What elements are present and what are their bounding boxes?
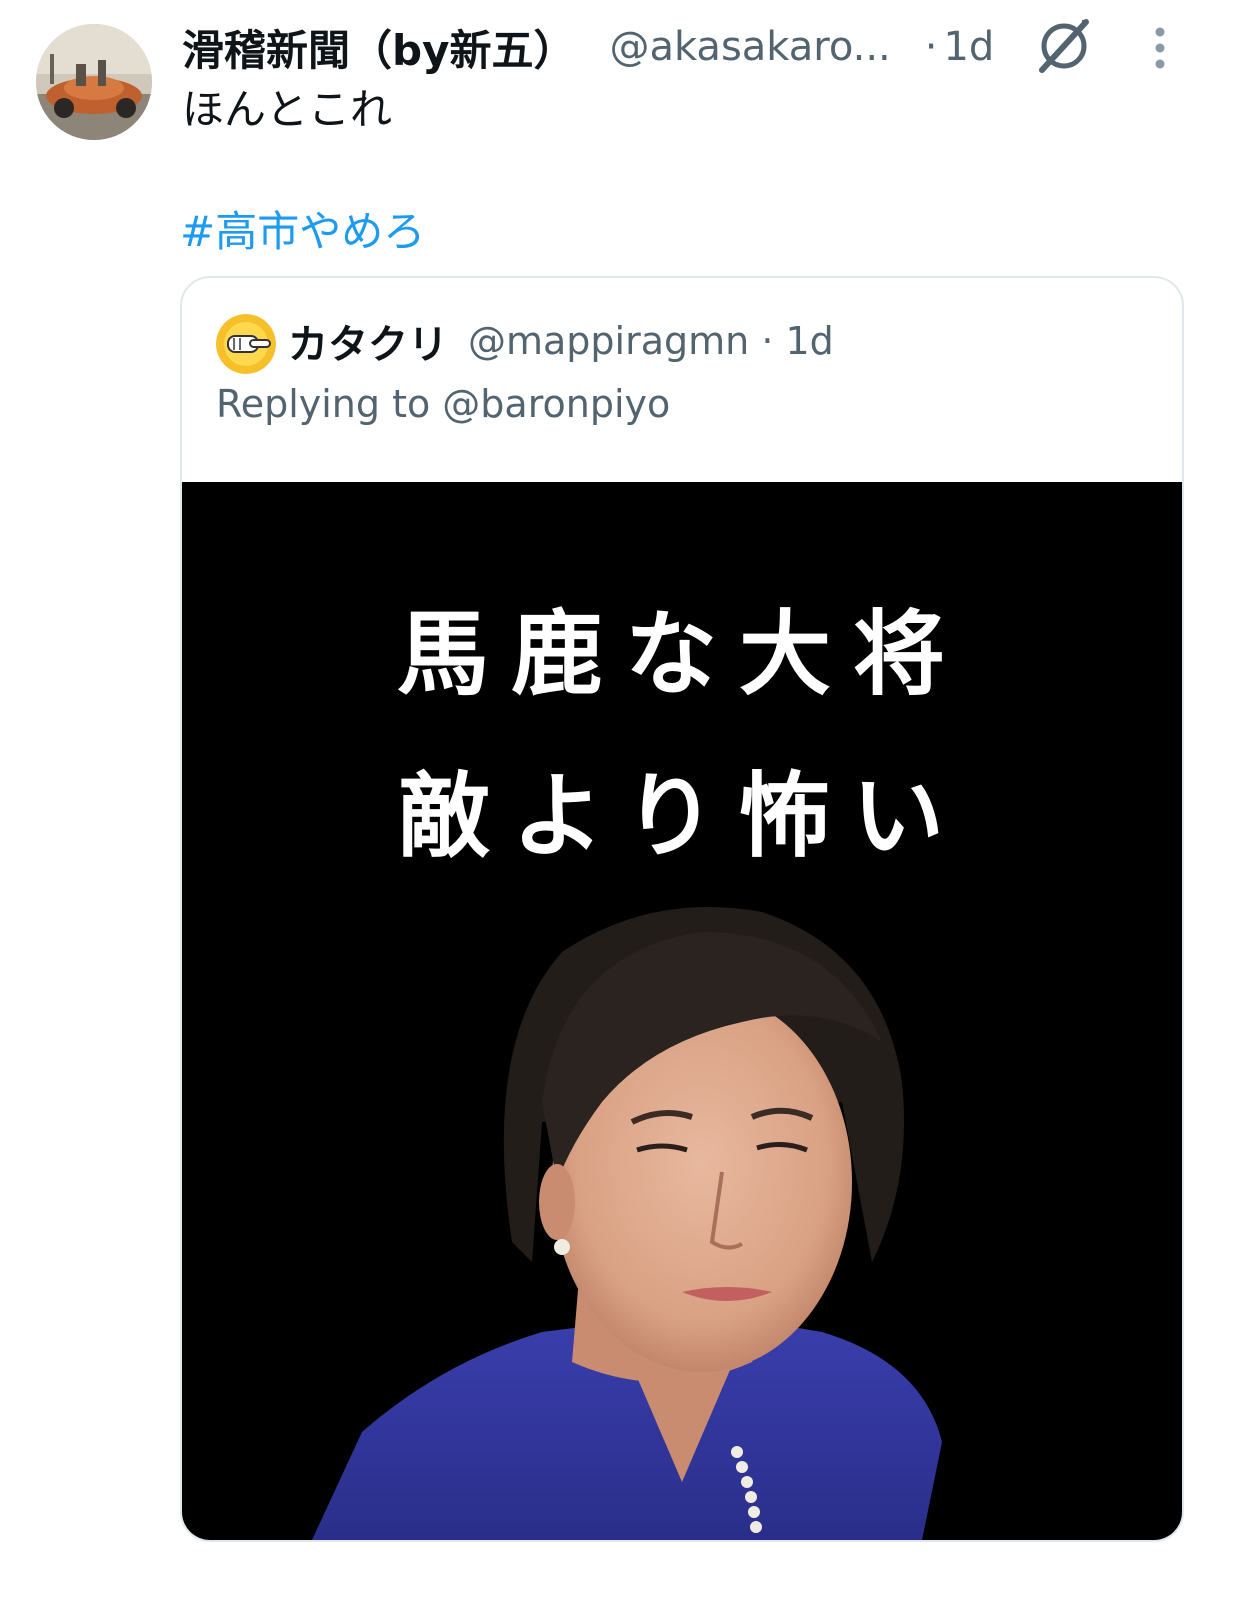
- replying-to[interactable]: Replying to @baronpiyo: [216, 382, 670, 426]
- grok-icon[interactable]: [1036, 18, 1092, 74]
- tweet-text: ほんとこれ: [182, 85, 393, 134]
- avatar-car-photo: [36, 24, 152, 140]
- quote-display-name[interactable]: カタクリ: [288, 312, 448, 370]
- quoted-tweet-card[interactable]: カタクリ @mappiragmn · 1d Replying to @baron…: [180, 276, 1184, 1542]
- hashtag-link[interactable]: #高市やめろ: [180, 198, 425, 259]
- author-avatar[interactable]: [36, 24, 152, 140]
- tweet-time[interactable]: 1d: [943, 24, 994, 70]
- image-caption-line1: 馬鹿な大将: [396, 600, 967, 708]
- tweet[interactable]: 滑稽新聞（by新五） @akasakaro... · 1d ほんとこれ #高市や…: [0, 0, 1260, 1624]
- more-vertical-icon[interactable]: [1142, 24, 1178, 72]
- tweet-header: 滑稽新聞（by新五） @akasakaro... · 1d: [182, 18, 994, 76]
- quote-handle-time[interactable]: @mappiragmn · 1d: [468, 319, 834, 363]
- quote-author-avatar[interactable]: [216, 314, 276, 374]
- author-handle[interactable]: @akasakaro...: [609, 24, 890, 70]
- separator-dot: ·: [924, 24, 938, 70]
- image-caption-line2: 敵より怖い: [397, 762, 967, 870]
- author-display-name[interactable]: 滑稽新聞（by新五）: [182, 17, 575, 78]
- quote-header: カタクリ @mappiragmn · 1d: [288, 312, 834, 370]
- pointing-hand-emoji-avatar: [216, 314, 276, 374]
- quote-image[interactable]: 馬鹿な大将 敵より怖い: [182, 482, 1182, 1540]
